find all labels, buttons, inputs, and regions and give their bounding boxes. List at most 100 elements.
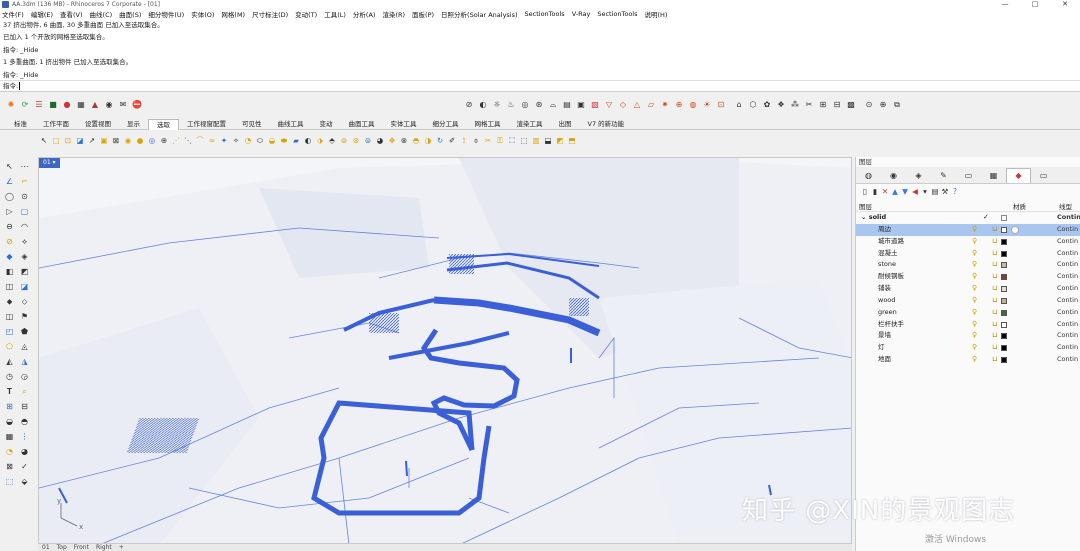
delete-icon[interactable]: ✕ bbox=[881, 187, 890, 197]
menu-item[interactable]: V-Ray bbox=[572, 10, 591, 18]
modeling-tool-icon[interactable]: ◬ bbox=[18, 341, 31, 353]
layer-row[interactable]: wood ♀ ⊔ Contin bbox=[856, 295, 1080, 307]
toolbar-tab[interactable]: 实体工具 bbox=[383, 119, 425, 130]
lock-icon[interactable]: ⊔ bbox=[992, 319, 997, 331]
modeling-tool-icon[interactable]: ⬥ bbox=[3, 296, 16, 308]
menu-item[interactable]: 日照分析(Solar Analysis) bbox=[441, 9, 517, 19]
menu-item[interactable]: 渲染(R) bbox=[382, 9, 405, 19]
select-tool-icon[interactable]: ⊕ bbox=[159, 135, 170, 146]
select-tool-icon[interactable]: ⊡ bbox=[63, 135, 74, 146]
select-tool-icon[interactable]: ◐ bbox=[303, 135, 314, 146]
menu-item[interactable]: 变动(T) bbox=[295, 9, 317, 19]
select-tool-icon[interactable]: ⬗ bbox=[315, 135, 326, 146]
dome-icon[interactable]: ⌓ bbox=[547, 99, 559, 111]
visibility-bulb-icon[interactable]: ♀ bbox=[972, 259, 977, 271]
sun-study-icon[interactable]: ☼ bbox=[491, 99, 503, 111]
layer-color-swatch[interactable] bbox=[1001, 274, 1007, 281]
modeling-tool-icon[interactable]: ◕ bbox=[18, 446, 31, 458]
environment-icon[interactable]: ⊛ bbox=[533, 99, 545, 111]
lock-icon[interactable]: ⊔ bbox=[992, 283, 997, 295]
modeling-tool-icon[interactable]: ⊙ bbox=[18, 191, 31, 203]
modeling-tool-icon[interactable]: ◫ bbox=[3, 281, 16, 293]
viewport-tab[interactable]: 01 bbox=[42, 544, 50, 551]
menu-item[interactable]: 说明(H) bbox=[645, 9, 668, 19]
select-tool-icon[interactable]: ◑ bbox=[423, 135, 434, 146]
menu-item[interactable]: 面板(P) bbox=[412, 9, 434, 19]
checker-icon[interactable]: ▦ bbox=[75, 99, 87, 111]
modeling-tool-icon[interactable]: ◮ bbox=[18, 356, 31, 368]
select-tool-icon[interactable]: ◎ bbox=[147, 135, 158, 146]
layer-color-swatch[interactable] bbox=[1001, 333, 1007, 340]
toolbar-tab[interactable]: 细分工具 bbox=[425, 119, 467, 130]
toolbar-tab[interactable]: 出图 bbox=[551, 119, 580, 130]
material-sphere-icon[interactable] bbox=[1011, 225, 1019, 234]
menu-item[interactable]: 曲面(S) bbox=[119, 9, 141, 19]
menu-item[interactable]: 细分物件(U) bbox=[148, 9, 184, 19]
layer-row[interactable]: 城市道路 ♀ ⊔ Contin bbox=[856, 236, 1080, 248]
render-region-icon[interactable]: ▧ bbox=[589, 99, 601, 111]
no-entry-icon[interactable]: ⊘ bbox=[463, 99, 475, 111]
mesh-export-icon[interactable]: ⊟ bbox=[831, 99, 843, 111]
modeling-tool-icon[interactable]: ◈ bbox=[18, 251, 31, 263]
select-tool-icon[interactable]: ⊛ bbox=[351, 135, 362, 146]
add-icon[interactable]: ⊕ bbox=[877, 99, 889, 111]
toolbar-tab[interactable]: 显示 bbox=[119, 119, 148, 130]
select-tool-icon[interactable]: ≈ bbox=[207, 135, 218, 146]
folder-icon[interactable]: ▭ bbox=[956, 168, 981, 183]
decal-icon[interactable]: ❖ bbox=[775, 99, 787, 111]
layer-color-swatch[interactable] bbox=[1001, 215, 1007, 221]
toolbar-tab[interactable]: 标准 bbox=[6, 119, 35, 130]
layer-color-swatch[interactable] bbox=[1001, 309, 1007, 316]
lock-icon[interactable]: ⊔ bbox=[992, 330, 997, 342]
toolbar-tab[interactable]: 工作平面 bbox=[35, 119, 77, 130]
spot-light-icon[interactable]: △ bbox=[631, 99, 643, 111]
render-icon[interactable]: ● bbox=[61, 99, 73, 111]
modeling-tool-icon[interactable]: ⚑ bbox=[18, 311, 31, 323]
menu-item[interactable]: 尺寸标注(D) bbox=[252, 9, 288, 19]
grid-box-icon[interactable]: ⊞ bbox=[817, 99, 829, 111]
select-tool-icon[interactable]: ✧ bbox=[231, 135, 242, 146]
toolbar-tab[interactable]: V7 的新功能 bbox=[580, 119, 633, 130]
select-tool-icon[interactable]: ⊚ bbox=[339, 135, 350, 146]
layer-color-swatch[interactable] bbox=[1001, 226, 1007, 233]
toolbar-tab[interactable]: 渲染工具 bbox=[509, 119, 551, 130]
menu-item[interactable]: 实体(O) bbox=[191, 9, 214, 19]
chip-icon[interactable]: ▩ bbox=[845, 99, 857, 111]
menu-item[interactable]: 网格(M) bbox=[221, 9, 245, 19]
modeling-tool-icon[interactable]: ◶ bbox=[18, 371, 31, 383]
visibility-bulb-icon[interactable]: ♀ bbox=[972, 354, 977, 366]
camera-icon[interactable]: ◉ bbox=[103, 99, 115, 111]
select-tool-icon[interactable]: ✐ bbox=[447, 135, 458, 146]
layer-color-swatch[interactable] bbox=[1001, 286, 1007, 293]
select-tool-icon[interactable]: ⟟ bbox=[459, 135, 470, 146]
material-icon[interactable]: ◈ bbox=[906, 168, 931, 183]
toolbar-tab[interactable]: 网格工具 bbox=[467, 119, 509, 130]
lock-icon[interactable]: ⊔ bbox=[992, 354, 997, 366]
proxy-icon[interactable]: ⬡ bbox=[747, 99, 759, 111]
menu-item[interactable]: 曲线(C) bbox=[90, 9, 113, 19]
lock-icon[interactable]: ⊔ bbox=[992, 307, 997, 319]
cube-icon[interactable]: ■ bbox=[47, 99, 59, 111]
select-tool-icon[interactable]: ⚿ bbox=[495, 135, 506, 146]
select-tool-icon[interactable]: ↗ bbox=[87, 135, 98, 146]
select-tool-icon[interactable]: ▢ bbox=[51, 135, 62, 146]
modeling-tool-icon[interactable]: ▢ bbox=[18, 206, 31, 218]
select-tool-icon[interactable]: ⬚ bbox=[519, 135, 530, 146]
ies-light-icon[interactable]: ⊕ bbox=[673, 99, 685, 111]
layer-row[interactable]: 地面 ♀ ⊔ Contin bbox=[856, 354, 1080, 366]
toolbar-tab[interactable]: 设置视图 bbox=[77, 119, 119, 130]
modeling-tool-icon[interactable]: ◫ bbox=[3, 311, 16, 323]
layer-color-swatch[interactable] bbox=[1001, 357, 1007, 364]
select-tool-icon[interactable]: ▰ bbox=[291, 135, 302, 146]
filter-icon[interactable]: ▽ bbox=[603, 99, 615, 111]
layer-color-swatch[interactable] bbox=[1001, 345, 1007, 352]
refresh-icon[interactable]: ⟳ bbox=[19, 99, 31, 111]
layer-color-swatch[interactable] bbox=[1001, 321, 1007, 328]
lock-icon[interactable]: ⊔ bbox=[992, 342, 997, 354]
modeling-tool-icon[interactable]: ∠ bbox=[3, 176, 16, 188]
select-tool-icon[interactable]: ⬭ bbox=[255, 135, 266, 146]
lock-icon[interactable]: ⊔ bbox=[992, 259, 997, 271]
command-input[interactable]: 指令: bbox=[0, 81, 1080, 92]
select-tool-icon[interactable]: ↻ bbox=[435, 135, 446, 146]
modeling-tool-icon[interactable]: ◷ bbox=[3, 371, 16, 383]
